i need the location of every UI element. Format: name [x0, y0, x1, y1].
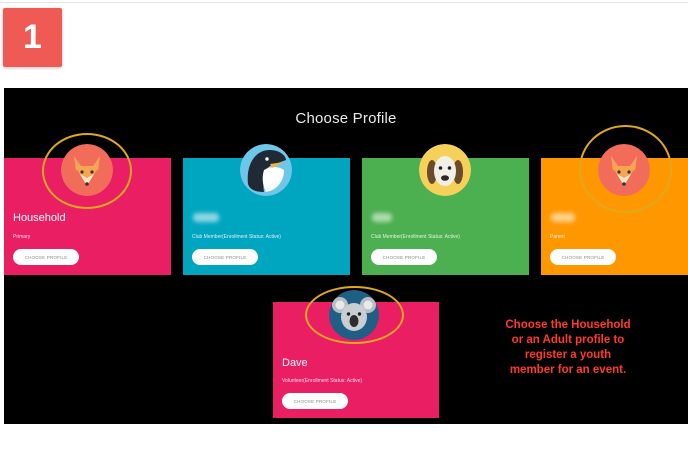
profile-role: Volunteer(Enrollment Status: Active): [282, 378, 363, 384]
instruction-callout: Choose the Household or an Adult profile…: [483, 318, 653, 378]
bottom-margin: [0, 424, 688, 449]
choose-profile-button[interactable]: CHOOSE PROFILE: [371, 249, 437, 265]
callout-line: or an Adult profile to: [511, 334, 625, 346]
callout-line: Choose the Household: [505, 319, 631, 331]
profile-name: Dave: [282, 357, 308, 369]
choose-profile-button[interactable]: CHOOSE PROFILE: [282, 393, 348, 409]
page-title: Choose Profile: [295, 110, 397, 127]
penguin-icon[interactable]: [240, 144, 292, 196]
profile-role: Club Member(Enrollment Status: Active): [192, 234, 281, 240]
highlight-ring: [42, 133, 132, 209]
profile-role: Primary: [13, 234, 31, 240]
profile-role: Parent: [550, 234, 565, 240]
profile-role: Club Member(Enrollment Status: Active): [371, 234, 460, 240]
highlight-ring: [579, 125, 672, 213]
callout-line: member for an event.: [509, 364, 627, 376]
profile-name: [372, 213, 392, 222]
callout-line: register a youth: [524, 349, 612, 361]
profile-name: [551, 213, 575, 222]
highlight-ring: [305, 286, 404, 344]
choose-profile-button[interactable]: CHOOSE PROFILE: [13, 249, 79, 265]
choose-profile-button[interactable]: CHOOSE PROFILE: [192, 249, 258, 265]
choose-profile-button[interactable]: CHOOSE PROFILE: [550, 249, 616, 265]
profile-name: Household: [13, 212, 66, 224]
dog-icon[interactable]: [419, 144, 471, 196]
choose-profile-screen: Choose Profile Household Primary CHOOSE …: [4, 88, 688, 424]
top-divider: [0, 2, 688, 3]
profile-name: [193, 213, 219, 222]
step-number-badge: 1: [3, 8, 62, 67]
